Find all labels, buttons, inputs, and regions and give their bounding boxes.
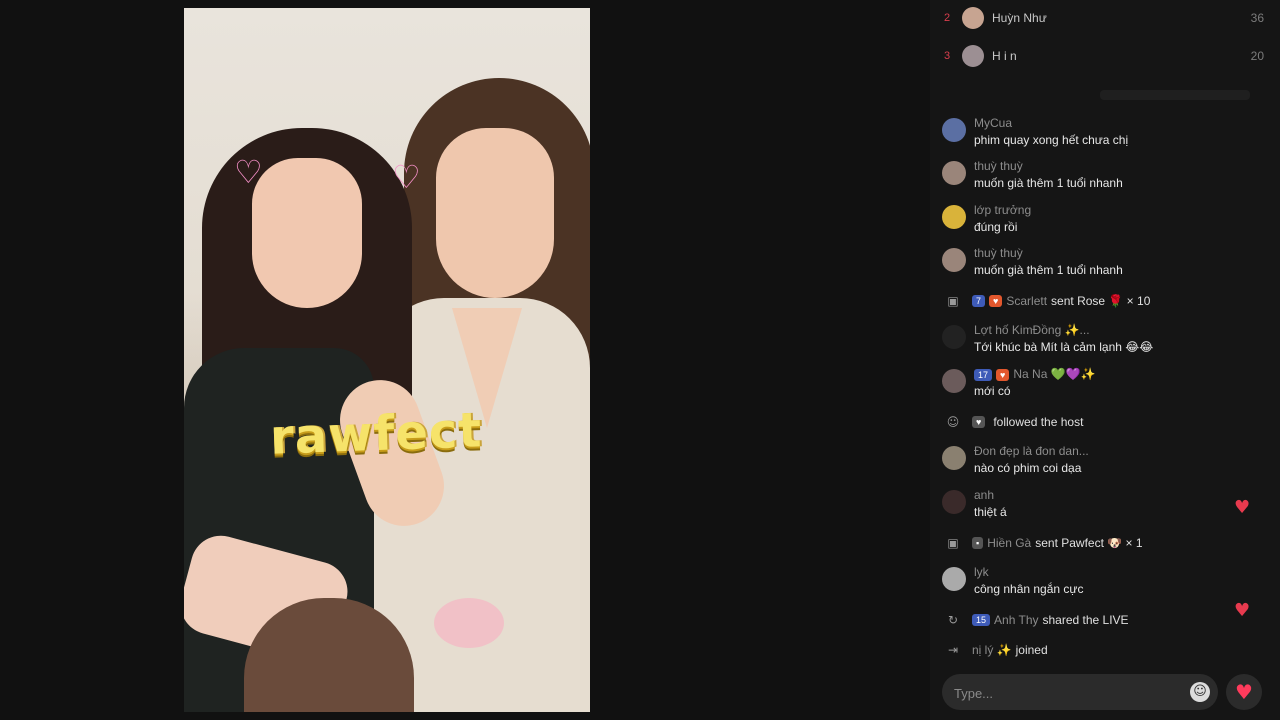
rank-score: 20: [1250, 49, 1264, 63]
avatar[interactable]: [942, 248, 966, 272]
chat-username[interactable]: Na Na 💚💜✨: [1013, 367, 1095, 381]
heart-filter-icon: ♡: [392, 158, 421, 196]
fan-badge-icon: ♥: [996, 369, 1010, 381]
chat-message[interactable]: Đon đẹp là đon dan... nào có phim coi dạ…: [942, 444, 1232, 478]
heart-icon: ♥: [1234, 497, 1251, 518]
live-video[interactable]: ♡ ♡ rawfect: [184, 8, 590, 712]
chat-text: công nhân ngắn cực: [974, 582, 1084, 596]
avatar[interactable]: [942, 161, 966, 185]
divider: [1100, 90, 1250, 100]
event-username[interactable]: Anh Thy: [994, 613, 1038, 627]
rank-number: 2: [944, 12, 951, 24]
avatar: [962, 7, 984, 29]
chat-message[interactable]: lớp trưởng đúng rồi: [942, 203, 1232, 237]
chat-message[interactable]: lyk công nhân ngắn cực: [942, 565, 1232, 599]
chat-text: phim quay xong hết chưa chị: [974, 133, 1129, 147]
event-text: sent Pawfect 🐶 × 1: [1035, 536, 1143, 550]
rank-name: Huỳn Như: [992, 11, 1047, 25]
event-text: joined: [1015, 643, 1048, 657]
chat-username-row[interactable]: 17 ♥ Na Na 💚💜✨: [974, 367, 1096, 381]
avatar: [962, 45, 984, 67]
chat-message[interactable]: Lợt hố KimĐồng ✨... Tới khúc bà Mít là c…: [942, 323, 1232, 357]
chat-message[interactable]: MyCua phim quay xong hết chưa chị: [942, 116, 1232, 150]
gift-icon: ▣: [947, 294, 959, 308]
gift-event[interactable]: ▣ ▪ Hiền Gà sent Pawfect 🐶 × 1: [942, 533, 1242, 553]
chat-message[interactable]: thuỳ thuỳ muốn già thêm 1 tuổi nhanh: [942, 159, 1232, 193]
share-icon: ↻: [947, 613, 959, 627]
follow-event[interactable]: ☺ ♥ followed the host: [942, 412, 1242, 432]
chat-text: thiệt á: [974, 505, 1007, 519]
avatar[interactable]: [942, 325, 966, 349]
level-badge-icon: ▪: [972, 537, 984, 549]
heart-icon: ♥: [1235, 680, 1253, 704]
chat-username[interactable]: Đon đẹp là đon dan...: [974, 444, 1089, 458]
chat-text: mới có: [974, 384, 1011, 398]
event-text: shared the LIVE: [1042, 613, 1129, 627]
avatar[interactable]: [942, 118, 966, 142]
avatar[interactable]: [942, 446, 966, 470]
chat-username[interactable]: thuỳ thuỳ: [974, 246, 1023, 260]
chat-text: muốn già thêm 1 tuổi nhanh: [974, 263, 1123, 277]
join-event[interactable]: ⇥ nị lý ✨ joined: [942, 640, 1242, 660]
chat-username[interactable]: MyCua: [974, 116, 1012, 130]
flower-decor: [434, 598, 504, 648]
ranking-row[interactable]: 2 Huỳn Như 36: [944, 6, 1264, 30]
rank-number: 3: [944, 50, 951, 62]
chat-username[interactable]: lyk: [974, 565, 989, 579]
avatar[interactable]: [942, 567, 966, 591]
event-text: sent Rose 🌹 × 10: [1051, 294, 1151, 308]
avatar[interactable]: [942, 490, 966, 514]
ranking-row[interactable]: 3 H i n 20: [944, 44, 1264, 68]
chat-message[interactable]: anh thiệt á: [942, 488, 1232, 522]
comment-box[interactable]: ☺: [942, 674, 1218, 712]
gift-event[interactable]: ▣ 7 ♥ Scarlett sent Rose 🌹 × 10: [942, 291, 1242, 311]
chat-text: đúng rồi: [974, 220, 1018, 234]
level-badge: 7: [972, 295, 986, 307]
event-username[interactable]: Scarlett: [1006, 294, 1047, 308]
heart-filter-icon: ♡: [234, 153, 263, 191]
emoji-icon[interactable]: ☺: [1190, 682, 1210, 702]
rank-name: H i n: [992, 49, 1017, 63]
gift-icon: ▣: [947, 536, 959, 550]
level-badge: 17: [974, 369, 993, 381]
gift-sticker-text: rawfect: [269, 402, 484, 466]
event-text: followed the host: [993, 415, 1084, 429]
chat-username[interactable]: Lợt hố KimĐồng ✨...: [974, 323, 1090, 337]
chat-username[interactable]: anh: [974, 488, 994, 502]
person-left-face: [252, 158, 362, 308]
share-event[interactable]: ↻ 15 Anh Thy shared the LIVE: [942, 610, 1242, 630]
chat-panel: 2 Huỳn Như 36 3 H i n 20 MyCua phim quay…: [930, 0, 1280, 720]
chat-message[interactable]: thuỳ thuỳ muốn già thêm 1 tuổi nhanh: [942, 246, 1232, 280]
rank-score: 36: [1250, 11, 1264, 25]
comment-input[interactable]: [952, 674, 1186, 712]
chat-text: muốn già thêm 1 tuổi nhanh: [974, 176, 1123, 190]
follower-badge-icon: ♥: [972, 416, 986, 428]
join-icon: ⇥: [947, 643, 959, 657]
fan-badge-icon: ♥: [989, 295, 1003, 307]
chat-message[interactable]: 17 ♥ Na Na 💚💜✨ mới có: [942, 367, 1232, 401]
avatar[interactable]: [942, 369, 966, 393]
chat-text: nào có phim coi dạa: [974, 461, 1082, 475]
chat-text: Tới khúc bà Mít là cảm lạnh 😂😂: [974, 340, 1154, 354]
level-badge: 15: [972, 614, 991, 626]
chat-username[interactable]: thuỳ thuỳ: [974, 159, 1023, 173]
event-username[interactable]: Hiền Gà: [987, 536, 1031, 550]
person-right-face: [436, 128, 554, 298]
event-username[interactable]: nị lý ✨: [972, 643, 1012, 657]
chat-username[interactable]: lớp trưởng: [974, 203, 1031, 217]
like-button[interactable]: ♥: [1226, 674, 1262, 710]
avatar[interactable]: [942, 205, 966, 229]
person-icon: ☺: [946, 415, 960, 429]
video-stage: ♡ ♡ rawfect: [0, 0, 930, 720]
